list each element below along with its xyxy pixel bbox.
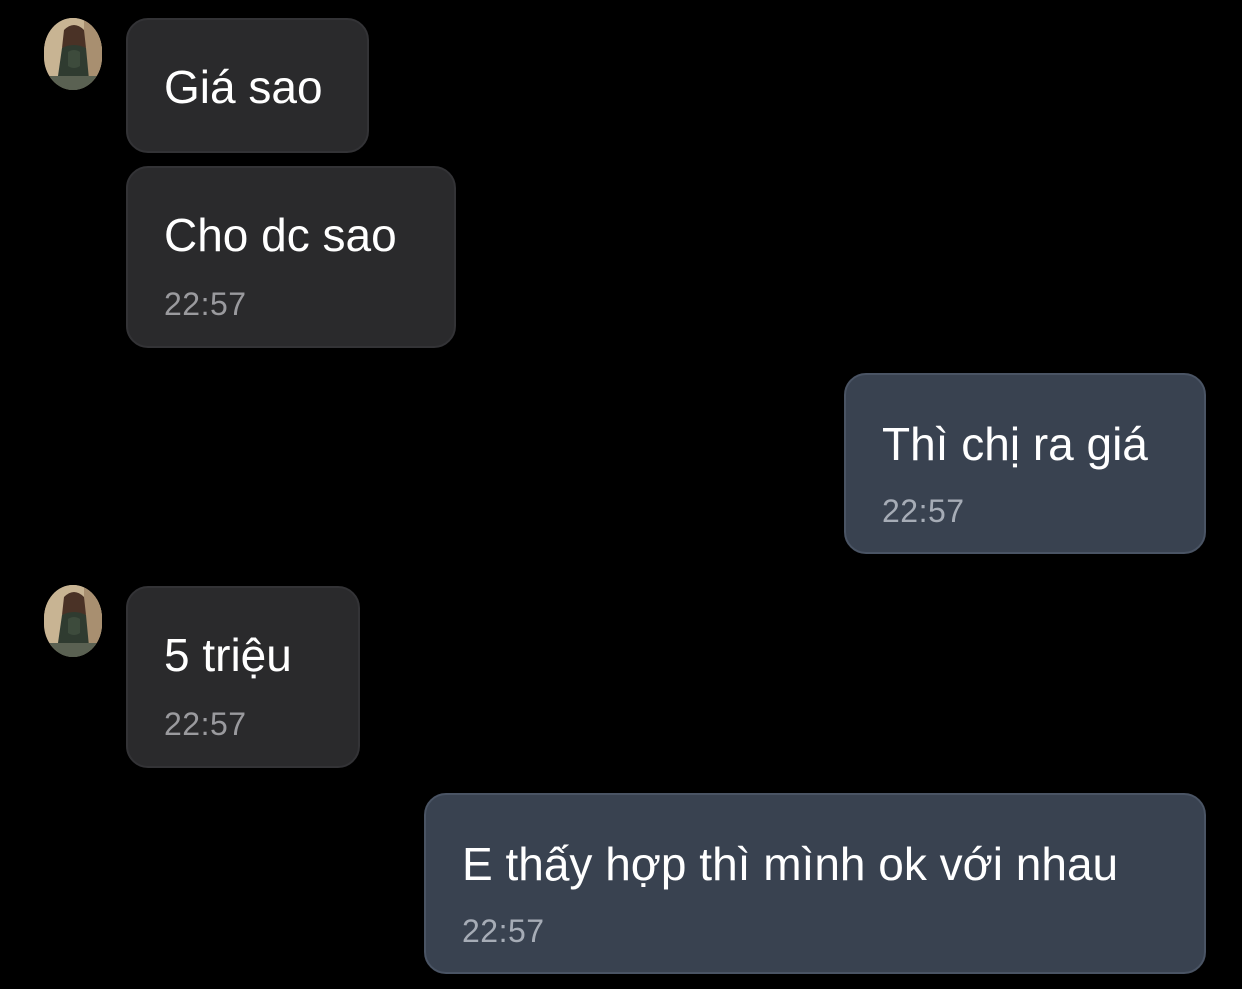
message-timestamp: 22:57 — [882, 493, 965, 529]
message-timestamp: 22:57 — [164, 286, 247, 322]
avatar-photo-icon — [44, 18, 102, 90]
message-bubble-incoming[interactable]: Giá sao — [126, 18, 369, 153]
message-text: E thấy hợp thì mình ok với nhau — [462, 838, 1119, 890]
avatar-photo-icon — [44, 585, 102, 657]
message-timestamp: 22:57 — [164, 706, 247, 742]
message-text: Thì chị ra giá — [882, 418, 1148, 470]
message-text: 5 triệu — [164, 629, 292, 681]
message-timestamp: 22:57 — [462, 913, 545, 949]
message-bubble-incoming[interactable]: 5 triệu 22:57 — [126, 586, 360, 768]
message-bubble-outgoing[interactable]: E thấy hợp thì mình ok với nhau 22:57 — [424, 793, 1206, 974]
contact-avatar[interactable] — [44, 585, 102, 657]
message-text: Cho dc sao — [164, 209, 397, 261]
message-bubble-incoming[interactable]: Cho dc sao 22:57 — [126, 166, 456, 348]
message-text: Giá sao — [164, 61, 323, 113]
message-bubble-outgoing[interactable]: Thì chị ra giá 22:57 — [844, 373, 1206, 554]
contact-avatar[interactable] — [44, 18, 102, 90]
